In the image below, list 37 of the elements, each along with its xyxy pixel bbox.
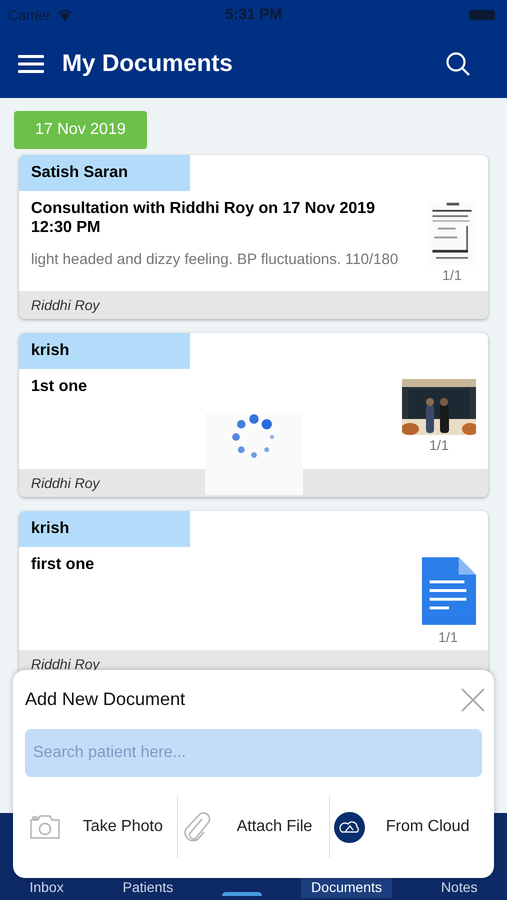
paperclip-icon [182,811,212,843]
tab-item[interactable]: Notes [430,875,488,898]
add-option-button[interactable]: Attach File [176,796,330,858]
battery-icon [469,10,495,20]
patient-name: krish [19,333,190,369]
search-icon [445,51,471,77]
document-note: light headed and dizzy feeling. BP fluctuations. 110/180 [31,251,400,268]
search-button[interactable] [445,51,471,77]
document-title: 1st one [31,377,88,396]
search-patient-field[interactable]: Search patient here... [25,729,482,777]
add-option-button[interactable]: From Cloud [329,796,482,858]
carrier-label: Carrier [8,6,51,24]
tab-item[interactable]: Inbox [19,875,74,898]
status-time: 5:31 PM [225,4,282,25]
patient-name: krish [19,511,190,547]
doctor-name: Riddhi Roy [19,291,488,319]
document-title: Consultation with Riddhi Roy on 17 Nov 2019 12:30 PM [31,199,376,237]
document-card[interactable]: krish 1st one 1/1 Riddhi Roy [19,333,488,497]
center-tab-icon[interactable] [222,892,262,896]
cloud-icon [334,812,366,842]
date-badge: 17 Nov 2019 [14,111,147,149]
page-count: 1/1 [438,629,458,646]
menu-icon [18,55,44,73]
add-option-button[interactable]: Take Photo [25,796,177,858]
menu-button[interactable] [18,55,44,73]
patient-name: Satish Saran [19,155,190,191]
page-title: My Documents [62,49,233,79]
document-title: first one [31,555,96,574]
page-count: 1/1 [429,437,449,454]
page-count: 1/1 [442,267,462,284]
document-icon [420,557,476,627]
sheet-title: Add New Document [25,688,186,711]
wifi-icon [56,9,73,21]
document-card[interactable]: Satish Saran Consultation with Riddhi Roy on 17 Nov 2019 12:30 PM light headed and dizzy feeling. BP fluctuations. 110/180 1/1 Riddhi Roy [19,155,488,319]
tab-item[interactable]: Patients [112,875,184,898]
camera-icon [29,814,61,840]
close-icon [460,686,486,712]
